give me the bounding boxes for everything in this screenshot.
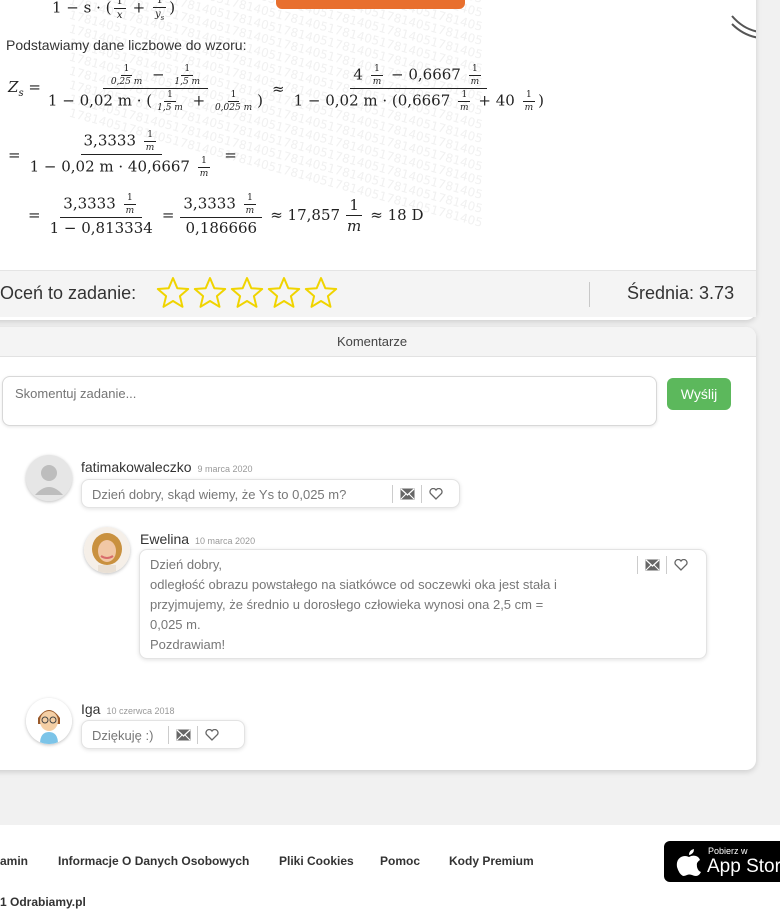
rating-label: Oceń to zadanie: (0, 283, 137, 303)
avatar (26, 455, 72, 501)
footer-link-privacy[interactable]: Informacje O Danych Osobowych (58, 854, 249, 868)
star-3-icon[interactable] (230, 276, 264, 310)
star-1-icon[interactable] (156, 276, 190, 310)
apple-icon (676, 849, 701, 876)
rating-bar: Oceń to zadanie: Średnia: 3.73 (0, 270, 756, 317)
comment-bubble: Dzień dobry, odległość obrazu powstałego… (139, 549, 707, 659)
footer: amin Informacje O Danych Osobowych Pliki… (0, 825, 780, 915)
decor-lines-icon (731, 15, 756, 39)
send-button[interactable]: Wyślij (667, 378, 731, 410)
average-rating: Średnia: 3.73 (627, 283, 735, 303)
footer-link-regulamin[interactable]: amin (0, 854, 28, 868)
reply-mail-icon[interactable] (393, 485, 421, 503)
divider (589, 282, 590, 307)
comment-author: fatimakowaleczko 9 marca 2020 (81, 459, 253, 475)
like-heart-icon[interactable] (667, 556, 695, 574)
reply-mail-icon[interactable] (169, 726, 197, 744)
star-4-icon[interactable] (267, 276, 301, 310)
footer-link-premium[interactable]: Kody Premium (449, 854, 534, 868)
comment-bubble: Dziękuję :) (81, 720, 245, 749)
copyright: 1 Odrabiamy.pl (0, 895, 86, 909)
intro-text: Podstawiamy dane liczbowe do wzoru: (6, 37, 247, 53)
avatar (26, 698, 72, 744)
comment-date: 10 czerwca 2018 (106, 706, 175, 716)
cartoon-avatar-icon (26, 698, 72, 744)
star-5-icon[interactable] (304, 276, 338, 310)
star-2-icon[interactable] (193, 276, 227, 310)
footer-link-help[interactable]: Pomoc (380, 854, 420, 868)
comment-author: Iga 10 czerwca 2018 (81, 701, 175, 717)
formula-line-3: = 3,3333 1m 1 − 0,813334 = 3,3333 1m 0,1… (28, 193, 424, 237)
reply-mail-icon[interactable] (638, 556, 666, 574)
comments-card: Komentarze Wyślij fatimakowaleczko9 marc… (0, 327, 756, 770)
like-heart-icon[interactable] (198, 726, 226, 744)
avatar (84, 527, 130, 573)
comment-input[interactable] (2, 376, 657, 426)
star-rating (156, 276, 338, 310)
app-store-badge[interactable]: Pobierz w App Store (664, 841, 780, 882)
formula-line-1: Zs = 1 0,25 m − 1 1,5 m 1 − 0,02 m · (1 1,5… (8, 64, 544, 113)
comments-header: Komentarze (0, 327, 756, 357)
show-solution-button[interactable] (276, 0, 465, 9)
formula-line-2: = 3,3333 1m 1 − 0,02 m · 40,6667 1m = (8, 130, 237, 179)
comment-date: 9 marca 2020 (197, 464, 253, 474)
footer-link-cookies[interactable]: Pliki Cookies (279, 854, 354, 868)
formula-top: 1 − s · (1 x + 1 ys) (52, 0, 175, 22)
default-avatar-icon (26, 455, 72, 501)
comment-bubble: Dzień dobry, skąd wiemy, że Ys to 0,025 … (81, 479, 460, 508)
comment-author: Ewelina 10 marca 2020 (140, 531, 256, 547)
comment-date: 10 marca 2020 (195, 536, 256, 546)
like-heart-icon[interactable] (422, 485, 450, 503)
user-photo-icon (84, 527, 130, 573)
